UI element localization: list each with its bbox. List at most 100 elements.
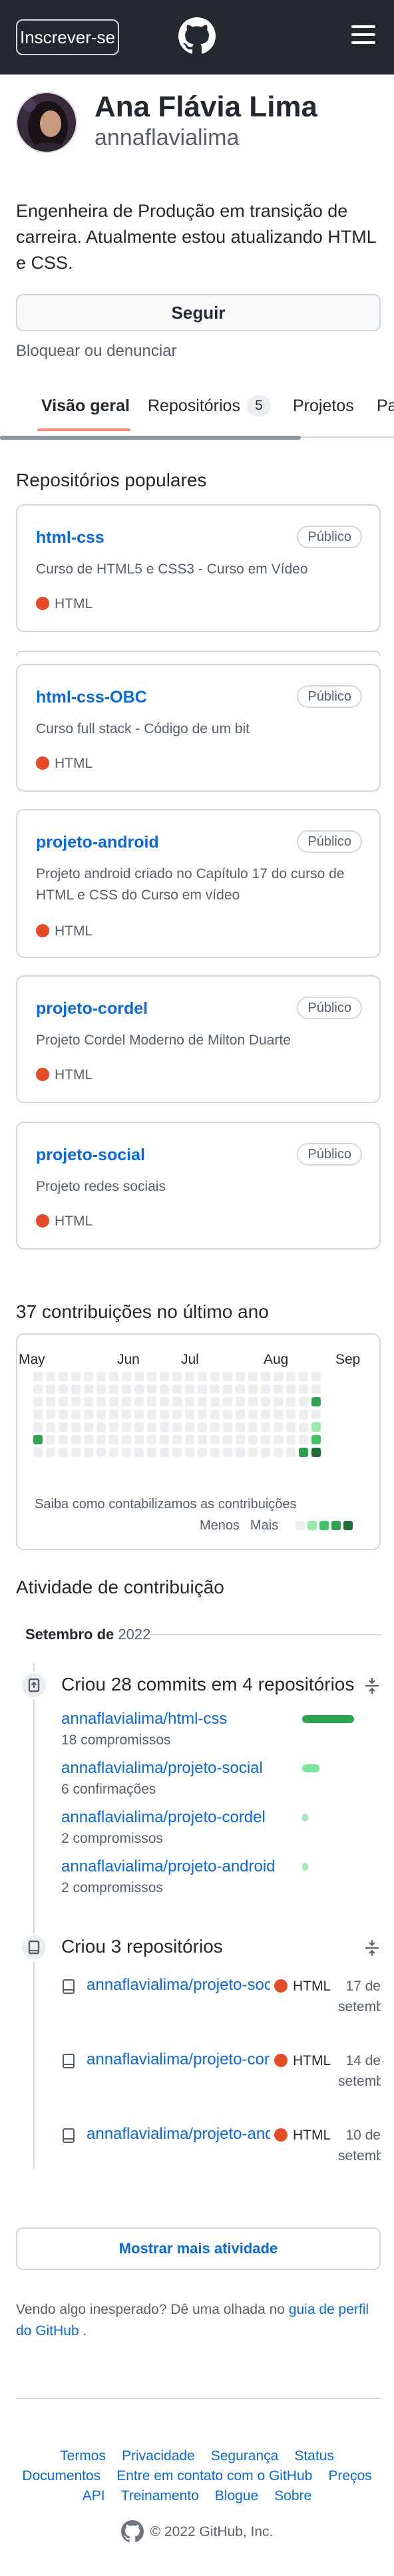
footer-link-contact[interactable]: Entre em contato com o GitHub — [116, 2468, 312, 2484]
contribution-cell[interactable] — [109, 1384, 118, 1394]
contribution-cell[interactable] — [71, 1384, 81, 1394]
contribution-cell[interactable] — [33, 1435, 43, 1444]
contribution-cell[interactable] — [261, 1435, 270, 1444]
created-repo-link[interactable]: annaflavialima/projeto-android — [87, 2125, 270, 2144]
contribution-cell[interactable] — [198, 1435, 207, 1444]
contribution-cell[interactable] — [311, 1397, 321, 1406]
contribution-cell[interactable] — [97, 1397, 106, 1406]
contribution-cell[interactable] — [59, 1372, 68, 1381]
contrib-help-link[interactable]: Saiba como contabilizamos as contribuiçõ… — [35, 1497, 297, 1512]
contribution-cell[interactable] — [46, 1410, 55, 1419]
contribution-cell[interactable] — [185, 1410, 194, 1419]
contribution-cell[interactable] — [248, 1384, 258, 1394]
contribution-cell[interactable] — [210, 1384, 220, 1394]
contribution-cell[interactable] — [134, 1410, 144, 1419]
created-repo-link[interactable]: annaflavialima/projeto-cordel — [87, 2050, 270, 2069]
contribution-cell[interactable] — [274, 1384, 283, 1394]
contribution-cell[interactable] — [109, 1422, 118, 1432]
tab-projects[interactable]: Projetos — [293, 381, 354, 431]
contribution-cell[interactable] — [33, 1422, 43, 1432]
contribution-cell[interactable] — [172, 1410, 182, 1419]
contribution-cell[interactable] — [274, 1372, 283, 1381]
contribution-cell[interactable] — [109, 1410, 118, 1419]
footer-link-training[interactable]: Treinamento — [121, 2488, 199, 2503]
contribution-cell[interactable] — [84, 1435, 93, 1444]
contribution-cell[interactable] — [311, 1372, 321, 1381]
contribution-cell[interactable] — [71, 1435, 81, 1444]
contribution-cell[interactable] — [210, 1422, 220, 1432]
footer-link-status[interactable]: Status — [294, 2448, 334, 2464]
contribution-cell[interactable] — [109, 1397, 118, 1406]
contribution-cell[interactable] — [109, 1448, 118, 1457]
contribution-cell[interactable] — [311, 1410, 321, 1419]
contribution-cell[interactable] — [198, 1384, 207, 1394]
contribution-cell[interactable] — [299, 1410, 308, 1419]
contribution-cell[interactable] — [97, 1410, 106, 1419]
contribution-cell[interactable] — [261, 1422, 270, 1432]
tabs-scrollbar[interactable] — [0, 436, 301, 440]
contribution-cell[interactable] — [185, 1422, 194, 1432]
contribution-cell[interactable] — [147, 1372, 156, 1381]
contribution-cell[interactable] — [134, 1422, 144, 1432]
contribution-cell[interactable] — [261, 1397, 270, 1406]
contribution-cell[interactable] — [59, 1448, 68, 1457]
contribution-cell[interactable] — [46, 1397, 55, 1406]
contribution-cell[interactable] — [286, 1410, 296, 1419]
contribution-cell[interactable] — [236, 1384, 245, 1394]
avatar[interactable] — [16, 92, 77, 153]
contribution-cell[interactable] — [84, 1448, 93, 1457]
contribution-cell[interactable] — [46, 1372, 55, 1381]
repo-name-link[interactable]: html-css-OBC — [36, 688, 147, 707]
repo-name-link[interactable]: projeto-cordel — [36, 999, 148, 1019]
contribution-cell[interactable] — [236, 1448, 245, 1457]
contribution-cell[interactable] — [223, 1448, 232, 1457]
contribution-cell[interactable] — [286, 1448, 296, 1457]
contribution-cell[interactable] — [172, 1422, 182, 1432]
contribution-cell[interactable] — [122, 1384, 131, 1394]
contribution-cell[interactable] — [210, 1372, 220, 1381]
contribution-cell[interactable] — [261, 1372, 270, 1381]
contribution-cell[interactable] — [71, 1372, 81, 1381]
contribution-cell[interactable] — [299, 1397, 308, 1406]
contribution-cell[interactable] — [299, 1422, 308, 1432]
contribution-cell[interactable] — [109, 1372, 118, 1381]
contribution-cell[interactable] — [198, 1410, 207, 1419]
contribution-cell[interactable] — [84, 1410, 93, 1419]
contribution-cell[interactable] — [46, 1448, 55, 1457]
contribution-cell[interactable] — [185, 1435, 194, 1444]
contribution-cell[interactable] — [134, 1397, 144, 1406]
contribution-cell[interactable] — [274, 1435, 283, 1444]
contribution-cell[interactable] — [147, 1384, 156, 1394]
contribution-cell[interactable] — [84, 1384, 93, 1394]
contribution-cell[interactable] — [97, 1384, 106, 1394]
contribution-cell[interactable] — [311, 1435, 321, 1444]
contribution-cell[interactable] — [172, 1372, 182, 1381]
contribution-cell[interactable] — [172, 1384, 182, 1394]
contribution-cell[interactable] — [223, 1372, 232, 1381]
github-logo-icon[interactable] — [178, 17, 216, 55]
fold-icon[interactable] — [363, 1677, 381, 1695]
follow-button[interactable]: Seguir — [16, 294, 381, 331]
contribution-cell[interactable] — [261, 1410, 270, 1419]
contribution-cell[interactable] — [198, 1448, 207, 1457]
hamburger-menu-icon[interactable] — [351, 25, 375, 45]
contribution-cell[interactable] — [84, 1372, 93, 1381]
contribution-cell[interactable] — [311, 1448, 321, 1457]
footer-link-privacy[interactable]: Privacidade — [122, 2448, 195, 2464]
contribution-cell[interactable] — [274, 1410, 283, 1419]
contribution-cell[interactable] — [172, 1448, 182, 1457]
contribution-cell[interactable] — [33, 1448, 43, 1457]
contribution-cell[interactable] — [134, 1435, 144, 1444]
contribution-cell[interactable] — [97, 1422, 106, 1432]
contribution-cell[interactable] — [236, 1422, 245, 1432]
contribution-cell[interactable] — [59, 1384, 68, 1394]
contribution-cell[interactable] — [223, 1410, 232, 1419]
contribution-cell[interactable] — [160, 1448, 169, 1457]
contribution-cell[interactable] — [33, 1397, 43, 1406]
contribution-cell[interactable] — [236, 1372, 245, 1381]
contribution-cell[interactable] — [160, 1422, 169, 1432]
commit-repo-link[interactable]: annaflavialima/projeto-cordel — [61, 1808, 266, 1827]
contribution-cell[interactable] — [286, 1422, 296, 1432]
contribution-cell[interactable] — [198, 1397, 207, 1406]
contribution-cell[interactable] — [122, 1422, 131, 1432]
